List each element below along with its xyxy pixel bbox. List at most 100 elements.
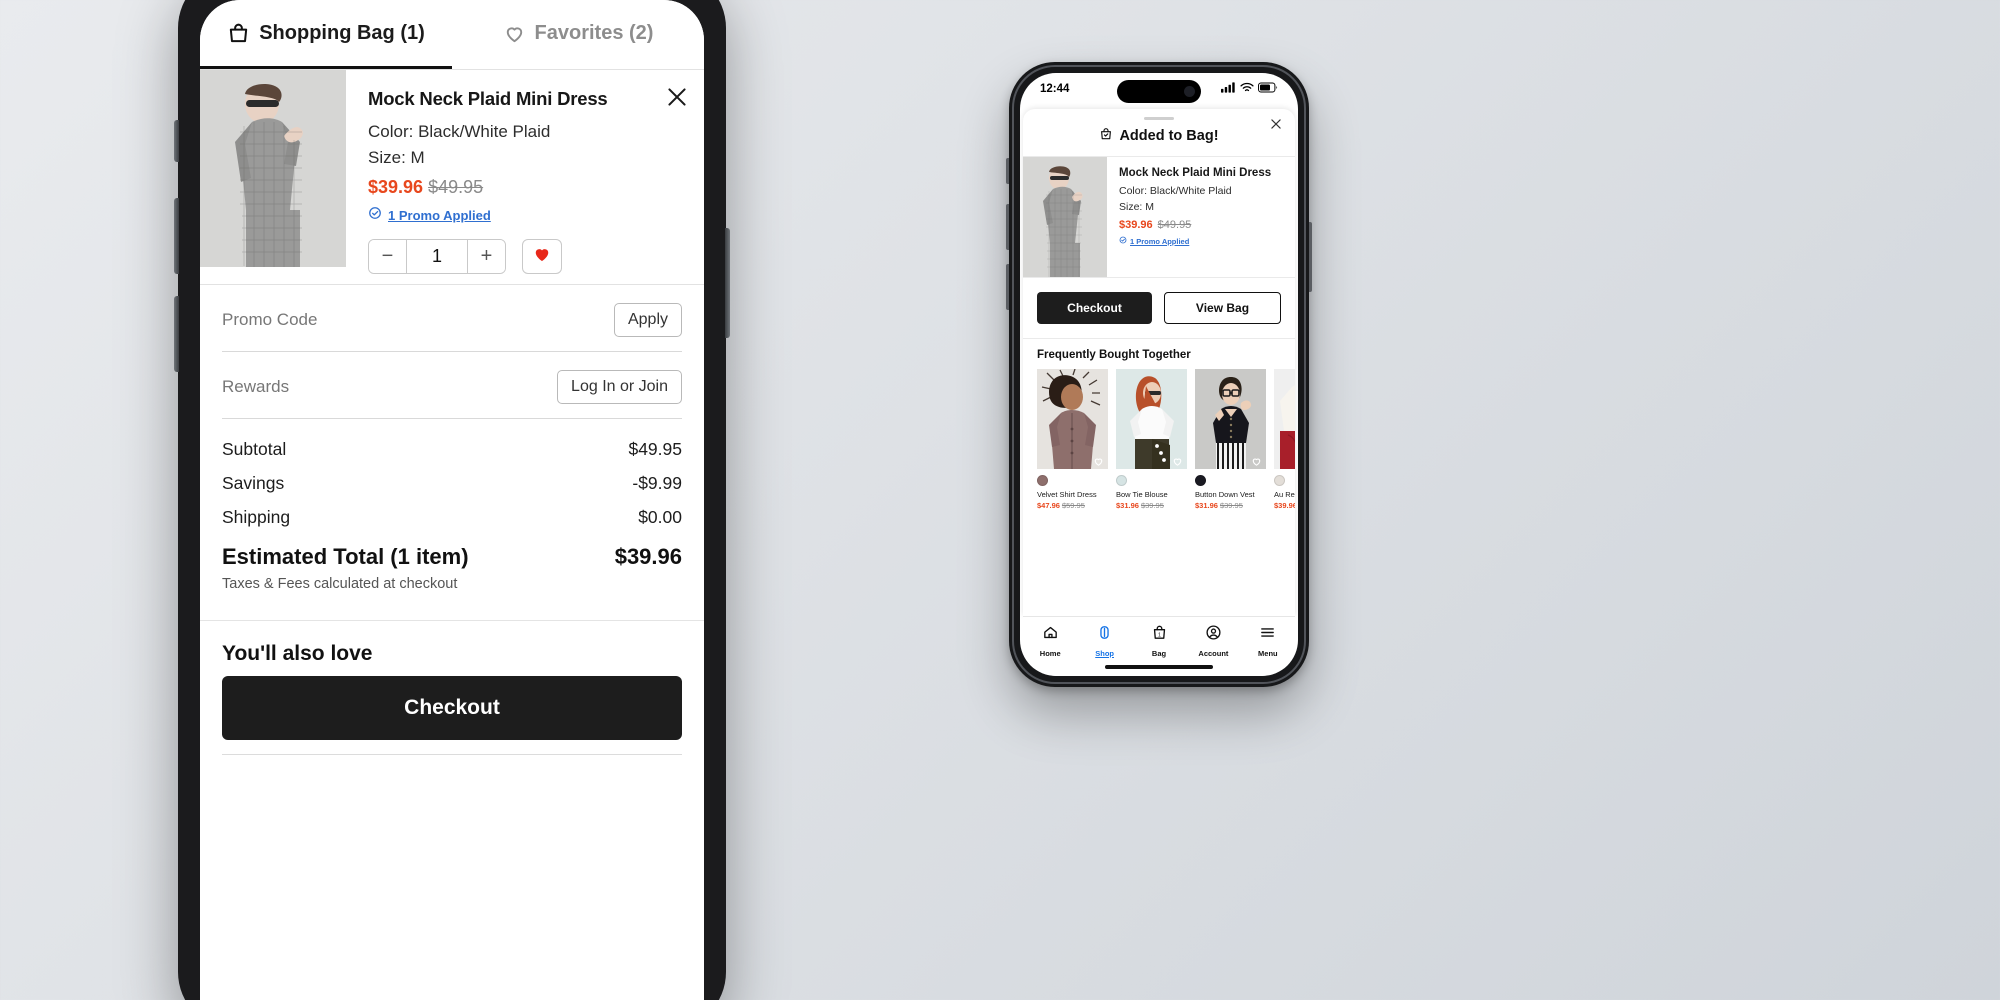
fbt-sale-price: $47.96 — [1037, 501, 1060, 510]
fbt-product-price: $47.96 $59.95 — [1037, 501, 1108, 510]
promo-applied-label: 1 Promo Applied — [388, 207, 491, 223]
heart-outline-icon[interactable] — [1172, 454, 1183, 466]
summary-section-divider — [200, 619, 704, 636]
sheet-view-bag-button[interactable]: View Bag — [1164, 292, 1281, 324]
rewards-label: Rewards — [222, 376, 290, 396]
phone-volume-up-button[interactable] — [174, 198, 179, 274]
quantity-value[interactable]: 1 — [406, 239, 468, 273]
bag-item-details: Mock Neck Plaid Mini Dress Color: Black/… — [346, 70, 704, 284]
fbt-sale-price: $39.96 — [1274, 501, 1295, 510]
phone-volume-down-button[interactable] — [174, 296, 179, 372]
tabbar-item-bag[interactable]: 1 Bag — [1132, 624, 1186, 658]
frequently-bought-together-section: Frequently Bought Together Velvet Shirt … — [1023, 339, 1295, 510]
right-phone-volume-down-button[interactable] — [1006, 264, 1009, 310]
tabbar-item-home[interactable]: Home — [1023, 624, 1077, 658]
tabbar-item-menu[interactable]: Menu — [1241, 624, 1295, 658]
tab-favorites-label: Favorites (2) — [534, 21, 654, 44]
fbt-product-name: Button Down Vest — [1195, 490, 1255, 499]
sheet-checkout-button[interactable]: Checkout — [1037, 292, 1152, 324]
tabbar-label-menu: Menu — [1258, 649, 1278, 658]
promo-code-row: Promo Code Apply — [222, 285, 682, 352]
log-in-or-join-button[interactable]: Log In or Join — [557, 369, 682, 404]
right-phone-screen: 12:44 Added to Bag! Mock Neck Plaid Mini… — [1020, 73, 1298, 676]
sheet-item-row: Mock Neck Plaid Mini Dress Color: Black/… — [1023, 157, 1295, 278]
fbt-product-card[interactable]: Bow Tie Blouse $31.96 $39.95 — [1116, 369, 1187, 510]
tabbar-label-shop: Shop — [1095, 649, 1114, 658]
fbt-sale-price: $31.96 — [1116, 501, 1139, 510]
right-phone-power-button[interactable] — [1309, 222, 1312, 292]
heart-outline-icon — [503, 22, 526, 45]
summary-row-subtotal: Subtotal $49.95 — [222, 439, 682, 460]
summary-value-savings: -$9.99 — [632, 472, 682, 493]
sheet-drag-handle[interactable] — [1144, 117, 1174, 120]
quantity-increment-button[interactable]: + — [468, 239, 505, 273]
sheet-close-icon[interactable] — [1269, 117, 1283, 131]
fbt-product-card[interactable]: Button Down Vest $31.96 $39.95 — [1195, 369, 1266, 510]
sheet-item-details: Mock Neck Plaid Mini Dress Color: Black/… — [1107, 157, 1281, 277]
sheet-item-sale-price: $39.96 — [1119, 219, 1153, 232]
fbt-product-card[interactable]: Velvet Shirt Dress $47.96 $59.95 — [1037, 369, 1108, 510]
quantity-stepper: − 1 + — [368, 238, 506, 274]
fbt-color-swatch[interactable] — [1037, 475, 1048, 486]
sheet-item-color: Color: Black/White Plaid — [1119, 185, 1232, 197]
right-phone-mute-switch[interactable] — [1006, 158, 1009, 184]
bag-item-image[interactable] — [200, 70, 346, 267]
fbt-product-card[interactable]: AU R Au Revoir Sweatshirt — [1274, 369, 1295, 510]
sheet-item-price: $39.96 $49.95 — [1119, 219, 1271, 231]
checkout-bar: Checkout — [200, 661, 704, 755]
front-camera-icon — [1184, 86, 1195, 97]
summary-label-savings: Savings — [222, 472, 285, 493]
fbt-product-rail[interactable]: Velvet Shirt Dress $47.96 $59.95 Bow Tie… — [1037, 369, 1295, 510]
bag-icon: 1 — [1151, 624, 1168, 646]
tab-shopping-bag[interactable]: Shopping Bag (1) — [200, 0, 452, 69]
right-phone-volume-up-button[interactable] — [1006, 204, 1009, 250]
fbt-product-image[interactable] — [1116, 369, 1187, 469]
rewards-row: Rewards Log In or Join — [222, 352, 682, 419]
fbt-product-image[interactable] — [1037, 369, 1108, 469]
promo-code-input[interactable]: Promo Code — [222, 310, 317, 330]
checkout-button[interactable]: Checkout — [222, 675, 682, 740]
quantity-and-favorite: − 1 + — [368, 238, 688, 274]
bag-item-sale-price: $39.96 — [368, 176, 424, 197]
bag-favorites-tabs: Shopping Bag (1) Favorites (2) — [200, 0, 704, 69]
fbt-product-image[interactable]: AU R — [1274, 369, 1295, 469]
summary-row-savings: Savings -$9.99 — [222, 473, 682, 494]
sheet-promo-row[interactable]: 1 Promo Applied — [1119, 236, 1271, 246]
bag-item-original-price: $49.95 — [428, 176, 484, 197]
tab-favorites[interactable]: Favorites (2) — [452, 0, 704, 69]
check-circle-icon — [368, 206, 382, 225]
summary-label-subtotal: Subtotal — [222, 438, 287, 459]
fbt-color-swatch[interactable] — [1274, 475, 1285, 486]
heart-filled-icon — [532, 244, 552, 269]
menu-icon — [1259, 624, 1276, 646]
fbt-product-image[interactable] — [1195, 369, 1266, 469]
status-bar: 12:44 — [1020, 73, 1298, 105]
tabbar-label-bag: Bag — [1151, 649, 1167, 658]
sheet-item-size: Size: M — [1119, 201, 1155, 214]
fbt-color-swatch[interactable] — [1195, 475, 1206, 486]
bag-item-row: Mock Neck Plaid Mini Dress Color: Black/… — [200, 70, 704, 284]
phone-power-button[interactable] — [725, 228, 730, 338]
remove-item-close-icon[interactable] — [664, 84, 690, 110]
fbt-heading: Frequently Bought Together — [1037, 349, 1191, 361]
quantity-decrement-button[interactable]: − — [369, 239, 406, 273]
bag-item-title: Mock Neck Plaid Mini Dress — [368, 88, 608, 109]
tabbar-item-account[interactable]: Account — [1186, 624, 1240, 658]
shopping-bag-icon — [227, 22, 250, 45]
status-bar-time: 12:44 — [1040, 83, 1070, 95]
added-to-bag-sheet: Added to Bag! Mock Neck Plaid Mini Dress… — [1023, 109, 1295, 616]
apply-promo-button[interactable]: Apply — [613, 302, 682, 337]
sheet-item-original-price: $49.95 — [1157, 219, 1192, 232]
favorite-button[interactable] — [522, 238, 562, 274]
heart-outline-icon[interactable] — [1251, 454, 1262, 466]
home-indicator[interactable] — [1105, 665, 1213, 669]
tabbar-item-shop[interactable]: Shop — [1077, 624, 1131, 658]
sheet-item-image[interactable] — [1023, 157, 1107, 277]
checkout-bar-divider — [222, 753, 682, 755]
summary-value-subtotal: $49.95 — [628, 438, 682, 459]
heart-outline-icon[interactable] — [1093, 454, 1104, 466]
phone-mute-switch[interactable] — [174, 120, 179, 162]
account-icon — [1205, 624, 1222, 646]
promo-applied-row[interactable]: 1 Promo Applied — [368, 206, 688, 225]
fbt-color-swatch[interactable] — [1116, 475, 1127, 486]
